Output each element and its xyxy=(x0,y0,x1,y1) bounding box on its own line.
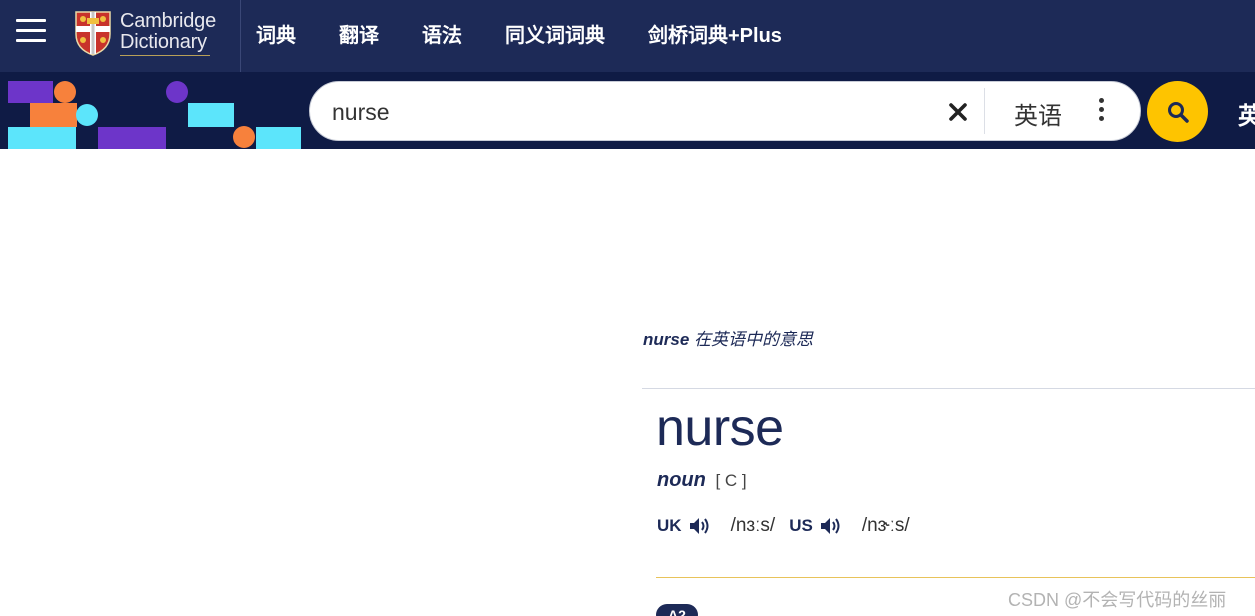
watermark: CSDN @不会写代码的丝丽 xyxy=(1008,590,1227,610)
cefr-level-badge[interactable]: A2 xyxy=(656,604,698,616)
logo-line-2: Dictionary xyxy=(120,30,207,53)
nav-link-translate[interactable]: 翻译 xyxy=(339,19,379,48)
search-input[interactable] xyxy=(332,96,932,128)
search-band: 英语 英 xyxy=(0,72,1255,149)
nav-link-thesaurus[interactable]: 同义词词典 xyxy=(505,19,605,48)
close-icon[interactable] xyxy=(946,100,970,124)
region-label-uk: UK xyxy=(657,516,682,535)
speaker-icon[interactable] xyxy=(819,516,843,536)
nav-link-plus[interactable]: 剑桥词典+Plus xyxy=(648,19,782,48)
search-divider xyxy=(984,88,985,134)
speaker-icon[interactable] xyxy=(688,516,712,536)
search-box: 英语 xyxy=(309,81,1141,141)
nav-link-grammar[interactable]: 语法 xyxy=(422,19,462,48)
nav-divider xyxy=(240,0,241,72)
section-divider xyxy=(642,388,1255,389)
hamburger-icon[interactable] xyxy=(16,19,46,43)
region-label-us: US xyxy=(789,516,813,535)
part-of-speech-line: noun [ C ] xyxy=(657,469,747,492)
cambridge-dictionary-logo[interactable]: Cambridge Dictionary xyxy=(74,8,216,58)
search-button[interactable] xyxy=(1147,81,1208,142)
grammar-code[interactable]: [ C ] xyxy=(715,471,746,490)
main-nav: 词典 翻译 语法 同义词词典 剑桥词典+Plus xyxy=(256,0,825,66)
cambridge-shield-icon xyxy=(75,11,111,56)
more-vertical-icon[interactable] xyxy=(1096,98,1106,124)
logo-text: Cambridge Dictionary xyxy=(120,9,217,56)
pronunciation-line: UK /nɜːs/ US /nɝːs/ xyxy=(657,513,924,539)
sense-divider xyxy=(656,577,1255,578)
ipa-uk: /nɜːs/ xyxy=(730,515,776,536)
headword: nurse xyxy=(656,399,784,457)
nav-link-dictionary[interactable]: 词典 xyxy=(256,19,296,48)
part-of-speech[interactable]: noun xyxy=(657,469,706,491)
meaning-title-word: nurse xyxy=(643,330,690,349)
cut-off-nav-text[interactable]: 英 xyxy=(1238,96,1255,131)
meaning-title: nurse 在英语中的意思 xyxy=(643,325,813,350)
logo-line-1: Cambridge xyxy=(120,9,217,32)
search-icon xyxy=(1168,102,1189,123)
ipa-us: /nɝːs/ xyxy=(861,515,910,536)
top-navbar: Cambridge Dictionary 词典 翻译 语法 同义词词典 剑桥词典… xyxy=(0,0,1255,72)
meaning-title-rest: 在英语中的意思 xyxy=(689,330,814,349)
language-selector[interactable]: 英语 xyxy=(1014,96,1062,131)
decorative-pattern xyxy=(8,81,301,149)
